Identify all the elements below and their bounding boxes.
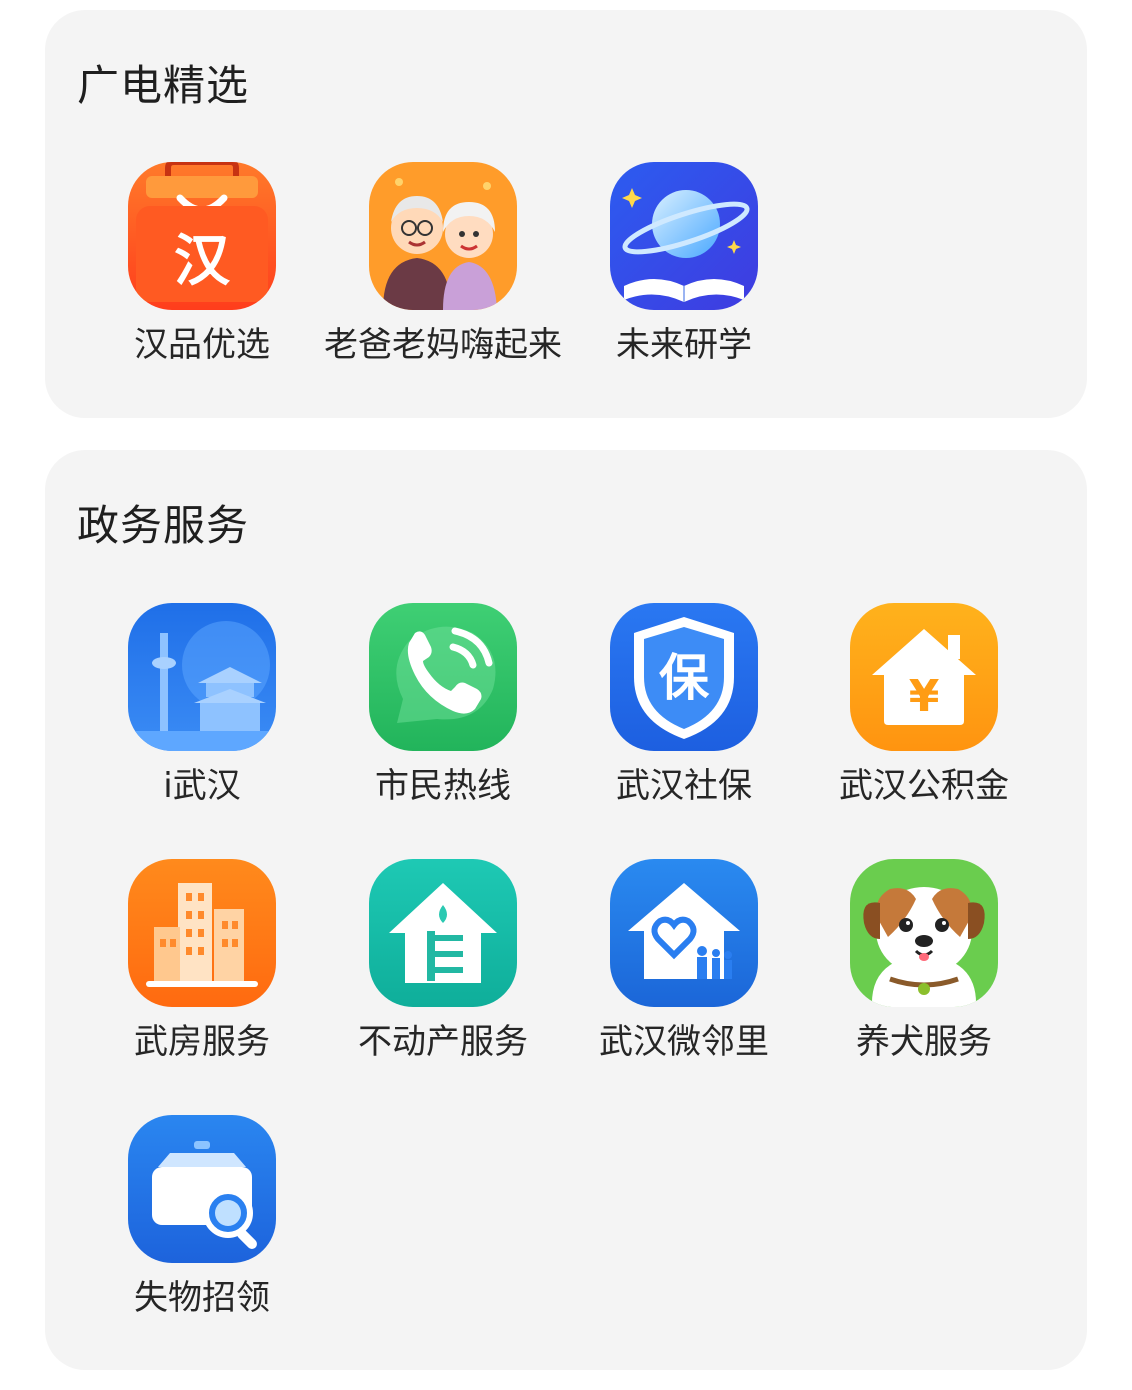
phone-call-icon — [369, 603, 517, 751]
app-wuhan-social-security[interactable]: 保 武汉社保 — [564, 603, 804, 833]
app-lost-and-found[interactable]: 失物招领 — [82, 1115, 322, 1345]
dog-face-icon — [850, 859, 998, 1007]
app-real-estate-services[interactable]: 不动产服务 — [323, 859, 563, 1089]
app-wufang-services[interactable]: 武房服务 — [82, 859, 322, 1089]
app-label: 老爸老妈嗨起来 — [324, 325, 562, 365]
app-laoba-laoma[interactable]: 老爸老妈嗨起来 — [323, 162, 563, 392]
app-i-wuhan[interactable]: i武汉 — [82, 603, 322, 833]
app-label: 未来研学 — [616, 325, 752, 365]
neighborhood-heart-icon — [610, 859, 758, 1007]
app-citizen-hotline[interactable]: 市民热线 — [323, 603, 563, 833]
section-title: 广电精选 — [77, 61, 250, 110]
app-label: 武汉公积金 — [839, 766, 1009, 806]
house-yuan-icon: ¥ — [850, 603, 998, 751]
app-hanpin-youxuan[interactable]: 汉 汉品优选 — [82, 162, 322, 392]
section-guangdian-selection: 广电精选 汉 汉品优选 老爸老妈嗨起来 未来研学 — [45, 10, 1087, 418]
elderly-couple-icon — [369, 162, 517, 310]
app-label: 武汉微邻里 — [599, 1022, 769, 1062]
app-weilai-yanxue[interactable]: 未来研学 — [564, 162, 804, 392]
buildings-icon — [128, 859, 276, 1007]
app-label: 不动产服务 — [358, 1022, 528, 1062]
app-dog-services[interactable]: 养犬服务 — [804, 859, 1044, 1089]
app-label: 武汉社保 — [616, 766, 752, 806]
shield-bao-icon: 保 — [610, 603, 758, 751]
app-label: 武房服务 — [134, 1022, 270, 1062]
icon-glyph: 保 — [659, 649, 710, 707]
house-deed-icon — [369, 859, 517, 1007]
planet-book-icon — [610, 162, 758, 310]
app-label: 市民热线 — [375, 766, 511, 806]
app-label: 汉品优选 — [134, 325, 270, 365]
lost-box-search-icon — [128, 1115, 276, 1263]
app-label: 失物招领 — [134, 1278, 270, 1318]
icon-glyph: ¥ — [909, 671, 940, 722]
icon-glyph: 汉 — [174, 229, 231, 294]
app-wuhan-neighborhood[interactable]: 武汉微邻里 — [564, 859, 804, 1089]
section-title: 政务服务 — [77, 501, 250, 550]
section-government-services: 政务服务 i武汉 市民热线 保 武汉社保 ¥ 武汉公积金 武房服务 不动产服务 … — [45, 450, 1087, 1370]
shopping-bag-han-icon: 汉 — [128, 162, 276, 310]
app-wuhan-housing-fund[interactable]: ¥ 武汉公积金 — [804, 603, 1044, 833]
city-skyline-icon — [128, 603, 276, 751]
app-label: 养犬服务 — [856, 1022, 992, 1062]
app-label: i武汉 — [163, 766, 241, 806]
